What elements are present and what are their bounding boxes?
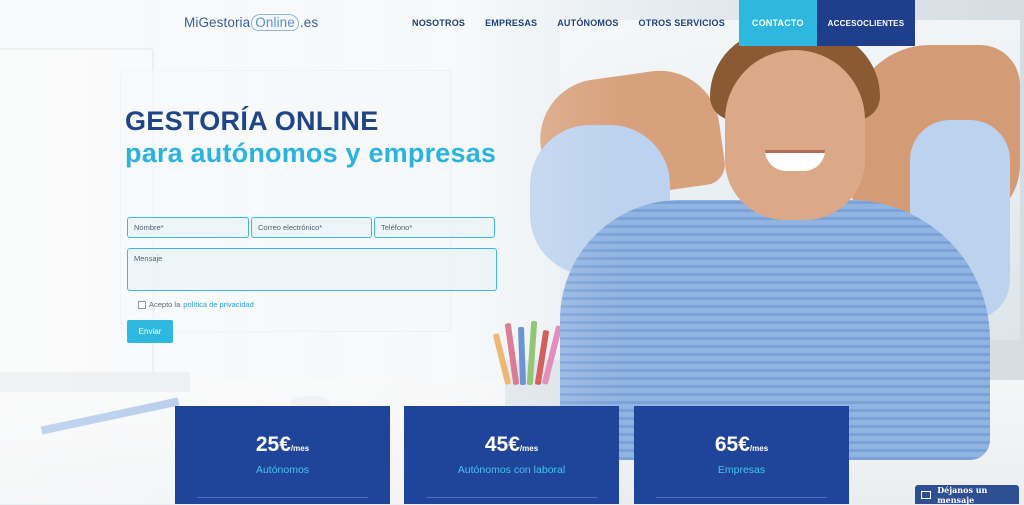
email-field[interactable]: Correo electrónico*	[251, 217, 372, 238]
top-nav: MiGestoria Online .es NOSOTROS EMPRESAS …	[0, 0, 1024, 46]
person-head	[725, 50, 865, 220]
nav-item-nosotros[interactable]: NOSOTROS	[402, 0, 475, 46]
pricing-card-autonomos[interactable]: 25€/mes Autónomos	[175, 406, 390, 504]
privacy-checkbox[interactable]	[138, 300, 146, 309]
nav-item-contacto[interactable]: CONTACTO	[738, 0, 817, 46]
pricing-label: Autónomos con laboral	[457, 464, 566, 476]
pricing-amount-unit: /mes	[290, 444, 310, 453]
site-logo[interactable]: MiGestoria Online .es	[184, 14, 318, 31]
hero-title: GESTORÍA ONLINE	[125, 106, 379, 136]
nav-item-otros-servicios[interactable]: OTROS SERVICIOS	[629, 0, 735, 46]
main-menu: NOSOTROS EMPRESAS AUTÓNOMOS OTROS SERVIC…	[402, 0, 916, 46]
pricing-label: Autónomos	[255, 464, 310, 476]
chat-message-tab[interactable]: Déjanos un mensaje	[915, 484, 1019, 505]
pricing-amount-value: 65€	[714, 433, 750, 456]
pricing-divider	[656, 497, 827, 498]
phone-field[interactable]: Teléfono*	[374, 217, 495, 238]
privacy-label: Acepto la	[149, 300, 181, 309]
nav-item-autonomos[interactable]: AUTÓNOMOS	[547, 0, 628, 46]
pricing-amount-value: 25€	[255, 433, 291, 456]
pricing-amount-value: 45€	[484, 433, 520, 456]
send-button[interactable]: Enviar	[127, 320, 173, 343]
pricing-divider	[426, 497, 597, 498]
nav-item-empresas[interactable]: EMPRESAS	[475, 0, 547, 46]
pricing-card-empresas[interactable]: 65€/mes Empresas	[634, 406, 849, 504]
pricing-amount-unit: /mes	[749, 444, 769, 453]
pricing-divider	[197, 497, 368, 498]
name-field[interactable]: Nombre*	[127, 217, 249, 238]
pricing-amount: 65€/mes	[634, 433, 849, 457]
pricing-label: Empresas	[717, 464, 766, 476]
logo-text-part2: Online	[255, 15, 295, 30]
logo-text-part3: .es	[299, 15, 319, 30]
chat-label: Déjanos un mensaje	[937, 484, 988, 505]
pricing-card-autonomos-laboral[interactable]: 45€/mes Autónomos con laboral	[404, 406, 619, 504]
logo-text-part1: MiGestoria	[184, 15, 251, 30]
pricing-amount: 45€/mes	[404, 433, 619, 457]
message-field[interactable]: Mensaje	[127, 248, 497, 291]
pricing-amount-unit: /mes	[519, 444, 539, 453]
envelope-icon	[921, 490, 932, 499]
logo-cloud-icon: Online	[251, 14, 299, 31]
pricing-amount: 25€/mes	[175, 433, 390, 457]
privacy-policy-link[interactable]: política de privacidad	[183, 300, 253, 309]
hero-subtitle: para autónomos y empresas	[125, 138, 497, 168]
nav-item-acceso-clientes[interactable]: ACCESOCLIENTES	[816, 0, 916, 46]
privacy-consent: Acepto la política de privacidad	[138, 300, 254, 309]
